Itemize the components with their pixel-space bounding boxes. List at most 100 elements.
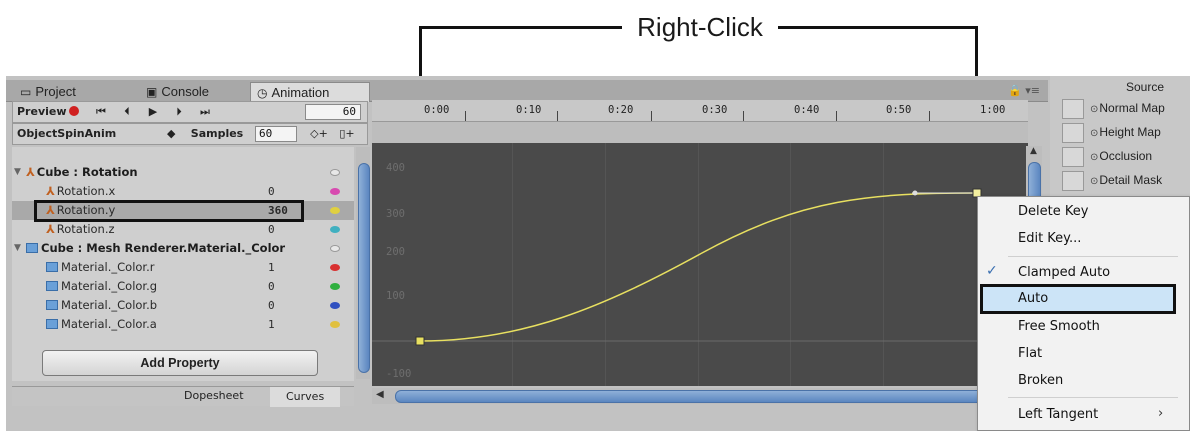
curve-color-dot	[330, 302, 340, 309]
folder-icon: ▭	[20, 85, 32, 99]
property-value[interactable]: 0	[268, 296, 302, 315]
radio-icon: ⊙	[1090, 176, 1099, 188]
transform-axis-icon: ⅄	[46, 184, 55, 198]
list-item[interactable]: Material._Color.g 0	[12, 277, 354, 296]
foldout-arrow-icon[interactable]: ▼	[14, 239, 21, 258]
transform-axis-icon: ⅄	[46, 222, 55, 236]
property-value[interactable]: 0	[268, 220, 302, 239]
timeline-tick	[465, 111, 466, 121]
scroll-left-icon[interactable]: ◀	[376, 389, 384, 400]
timeline-tick	[743, 111, 744, 121]
texture-slot-detail-mask[interactable]: ⊙Detail Mask	[1062, 171, 1162, 191]
add-event-button[interactable]: ▯+	[335, 126, 359, 142]
play-button[interactable]: ▶	[143, 104, 163, 120]
menu-item-free-smooth[interactable]: Free Smooth	[1018, 319, 1100, 334]
list-item[interactable]: Material._Color.a 1	[12, 315, 354, 334]
list-item[interactable]: ▼ ⅄ Cube : Rotation	[12, 163, 354, 182]
tab-animation[interactable]: ◷ Animation	[250, 82, 370, 102]
tab-curves[interactable]: Curves	[270, 387, 341, 407]
menu-item-edit-key[interactable]: Edit Key...	[1018, 231, 1081, 246]
menu-item-broken[interactable]: Broken	[1018, 373, 1063, 388]
inspector-title: Source	[1126, 80, 1165, 94]
property-value[interactable]: 0	[268, 277, 302, 296]
property-value[interactable]: 1	[268, 258, 302, 277]
next-key-button[interactable]: ⏵	[169, 104, 189, 120]
clip-select[interactable]: ObjectSpinAnim ◆	[17, 126, 177, 142]
add-key-icon: ◇+	[310, 127, 328, 140]
timeline-tick	[929, 111, 930, 121]
timeline-label: 0:20	[608, 104, 634, 116]
texture-slot-box[interactable]	[1062, 99, 1084, 119]
curve-horizontal-scroll-thumb[interactable]	[395, 390, 985, 403]
lock-icon[interactable]: 🔒 ▾≡	[1008, 84, 1040, 97]
event-strip[interactable]	[372, 122, 1028, 144]
property-value[interactable]: 0	[268, 182, 302, 201]
property-list-scroll-thumb[interactable]	[358, 163, 370, 373]
timeline-label: 0:30	[702, 104, 728, 116]
chevron-right-icon: ›	[1158, 406, 1164, 421]
menu-item-delete-key[interactable]: Delete Key	[1018, 204, 1088, 219]
menu-separator	[1008, 397, 1178, 398]
animation-curve-svg	[372, 188, 1028, 346]
record-button[interactable]	[65, 104, 83, 120]
preview-button[interactable]: Preview	[17, 104, 67, 120]
menu-item-flat[interactable]: Flat	[1018, 346, 1042, 361]
property-name: Rotation.z	[56, 222, 115, 236]
property-value[interactable]: 1	[268, 315, 302, 334]
list-item[interactable]: ⅄ Rotation.z 0	[12, 220, 354, 239]
add-property-button[interactable]: Add Property	[42, 350, 318, 376]
tab-project-label: Project	[35, 84, 76, 99]
timeline-tick	[651, 111, 652, 121]
add-keyframe-button[interactable]: ◇+	[307, 126, 331, 142]
keyframe-start[interactable]	[415, 336, 425, 346]
scroll-up-icon[interactable]: ▲	[1030, 146, 1037, 156]
property-name: Cube : Rotation	[36, 165, 138, 179]
texture-slot-normal-map[interactable]: ⊙Normal Map	[1062, 99, 1165, 119]
texture-slot-box[interactable]	[1062, 147, 1084, 167]
timeline-label: 1:00	[980, 104, 1006, 116]
clip-name: ObjectSpinAnim	[17, 127, 117, 140]
tangent-handle-point[interactable]	[912, 190, 918, 196]
curve-color-dot	[330, 264, 340, 271]
tab-console[interactable]: ▣ Console	[140, 82, 215, 102]
samples-field[interactable]: 60	[255, 126, 297, 142]
last-key-button[interactable]: ⏭	[195, 104, 215, 120]
add-event-icon: ▯+	[339, 127, 355, 140]
timeline-tick	[836, 111, 837, 121]
tab-dopesheet[interactable]: Dopesheet	[184, 389, 244, 402]
list-item[interactable]: ⅄ Rotation.x 0	[12, 182, 354, 201]
curve-color-dot	[330, 226, 340, 233]
tab-project[interactable]: ▭ Project	[14, 82, 82, 102]
foldout-arrow-icon[interactable]: ▼	[14, 163, 21, 182]
clip-toolbar: ObjectSpinAnim ◆ Samples 60 ◇+ ▯+	[12, 123, 368, 145]
frame-field[interactable]: 60	[305, 104, 361, 120]
menu-item-left-tangent[interactable]: Left Tangent	[1018, 407, 1098, 422]
chevron-down-icon: ◆	[167, 127, 176, 140]
radio-icon: ⊙	[1090, 128, 1099, 140]
texture-slot-occlusion[interactable]: ⊙Occlusion	[1062, 147, 1152, 167]
menu-item-auto[interactable]: Auto	[1018, 291, 1048, 306]
texture-slot-box[interactable]	[1062, 123, 1084, 143]
texture-slot-height-map[interactable]: ⊙Height Map	[1062, 123, 1161, 143]
menu-item-clamped-auto[interactable]: Clamped Auto	[1018, 265, 1110, 280]
timeline-label: 0:40	[794, 104, 820, 116]
first-key-button[interactable]: ⏮	[91, 104, 111, 120]
timeline-label: 0:10	[516, 104, 542, 116]
view-mode-tabs: Dopesheet Curves	[12, 386, 354, 407]
list-item[interactable]: Material._Color.b 0	[12, 296, 354, 315]
list-item[interactable]: Material._Color.r 1	[12, 258, 354, 277]
property-name: Material._Color.r	[61, 260, 155, 274]
first-key-icon: ⏮	[96, 105, 106, 118]
curve-color-dot	[330, 321, 340, 328]
play-icon: ▶	[148, 105, 158, 118]
annotation-line-right-horizontal	[778, 26, 978, 29]
list-item[interactable]: ▼ Cube : Mesh Renderer.Material._Color	[12, 239, 354, 258]
prev-key-button[interactable]: ⏴	[117, 104, 137, 120]
timeline-tick	[557, 111, 558, 121]
last-key-icon: ⏭	[200, 105, 210, 118]
timeline-label: 0:00	[424, 104, 450, 116]
tab-animation-label: Animation	[271, 85, 330, 100]
texture-slot-box[interactable]	[1062, 171, 1084, 191]
menu-item-highlight	[980, 284, 1176, 314]
texture-slot-label: Normal Map	[1099, 101, 1165, 116]
